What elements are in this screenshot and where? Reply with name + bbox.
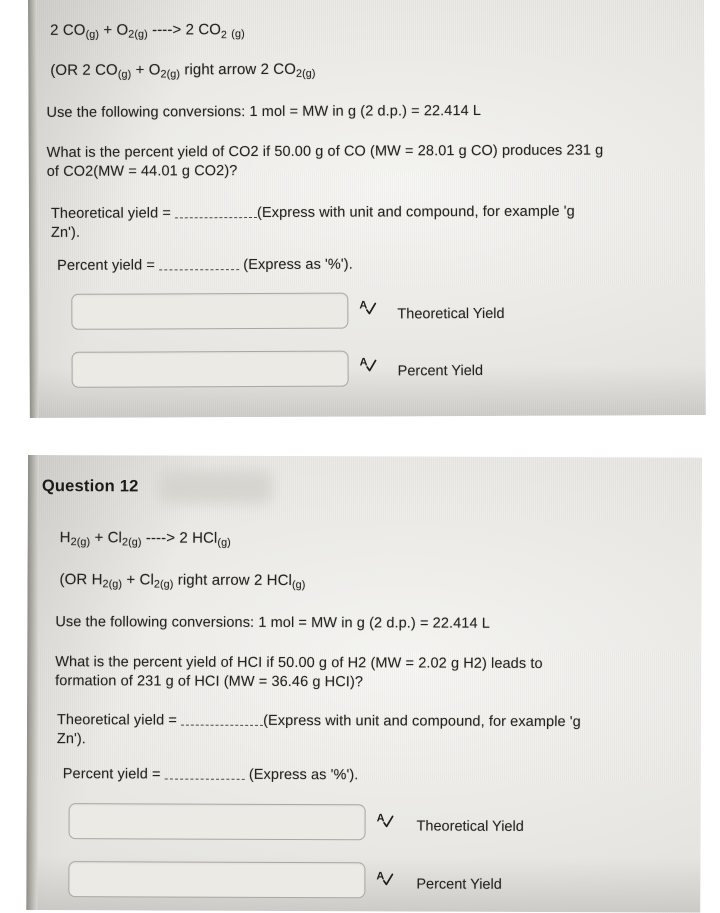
q11-theoretical-blank: [175, 207, 258, 219]
q11-percent-blank: [159, 259, 240, 271]
q12-theoretical-yield-input[interactable]: [68, 803, 366, 841]
spellcheck-icon: A: [376, 869, 396, 889]
q11-theoretical-hint2: Zn').: [50, 224, 81, 241]
q12-conversions-text: Use the following conversions: 1 mol = M…: [55, 614, 490, 632]
q11-prompt: What is the percent yield of CO2 if 50.0…: [47, 141, 687, 182]
q12-theoretical-yield-label: Theoretical Yield: [416, 818, 524, 835]
q12-prompt-line1: What is the percent yield of HCI if 50.0…: [55, 654, 543, 672]
q11-percent-yield-label: Percent Yield: [397, 363, 484, 380]
q11-prompt-line1: What is the percent yield of CO2 if 50.0…: [46, 142, 604, 161]
q12-theoretical-hint: (Express with unit and compound, for exa…: [263, 712, 581, 731]
q11-theoretical-yield-prompt: Theoretical yield = (Express with unit a…: [51, 202, 691, 243]
q12-percent-yield-prompt: Percent yield = (Express as '%').: [63, 766, 359, 783]
q12-theoretical-yield-prompt: Theoretical yield = (Express with unit a…: [57, 711, 702, 751]
q12-theoretical-hint2: Zn').: [56, 731, 86, 748]
question-11-photo-panel: 2 CO(g) + O2(g) ----> 2 CO2 (g) (OR 2 CO…: [28, 0, 706, 418]
q12-percent-yield-label: Percent Yield: [416, 876, 502, 893]
q12-percent-yield-input[interactable]: [68, 861, 366, 899]
q12-percent-label: Percent yield =: [62, 766, 165, 783]
q11-theoretical-yield-input[interactable]: [71, 292, 349, 330]
q11-percent-yield-input[interactable]: [71, 350, 349, 388]
q11-percent-label: Percent yield =: [57, 257, 160, 274]
q11-percent-hint: (Express as '%').: [243, 256, 353, 274]
q11-theoretical-yield-label: Theoretical Yield: [397, 305, 505, 323]
q11-theoretical-hint: (Express with unit and compound, for exa…: [257, 203, 575, 222]
q12-prompt-line2: formation of 231 g of HCI (MW = 36.46 g …: [55, 673, 364, 691]
question-12-redacted-region: [157, 469, 273, 504]
q12-percent-blank: [164, 768, 245, 781]
q11-equation-main: 2 CO(g) + O2(g) ----> 2 CO2 (g): [50, 21, 245, 42]
q11-conversions-text: Use the following conversions: 1 mol = M…: [46, 103, 482, 121]
q11-prompt-line2: of CO2(MW = 44.01 g CO2)?: [46, 163, 238, 180]
q12-equation-alternate: (OR H2(g) + Cl2(g) right arrow 2 HCl(g): [59, 571, 306, 592]
q12-theoretical-blank: [181, 714, 264, 727]
q11-theoretical-label: Theoretical yield =: [50, 205, 176, 222]
question-12-photo-panel: Question 12 H2(g) + Cl2(g) ----> 2 HCl(g…: [26, 455, 702, 913]
q12-percent-hint: (Express as '%').: [248, 766, 359, 784]
spellcheck-icon: A: [377, 811, 397, 831]
q11-percent-yield-prompt: Percent yield = (Express as '%').: [57, 257, 353, 274]
q12-prompt: What is the percent yield of HCI if 50.0…: [55, 653, 695, 693]
question-12-title: Question 12: [41, 477, 139, 496]
q11-equation-alternate: (OR 2 CO(g) + O2(g) right arrow 2 CO2(g): [50, 60, 316, 81]
q12-equation-main: H2(g) + Cl2(g) ----> 2 HCl(g): [59, 529, 231, 549]
spellcheck-icon: A: [359, 298, 379, 318]
spellcheck-icon: A: [360, 355, 380, 375]
q12-theoretical-label: Theoretical yield =: [56, 712, 182, 729]
